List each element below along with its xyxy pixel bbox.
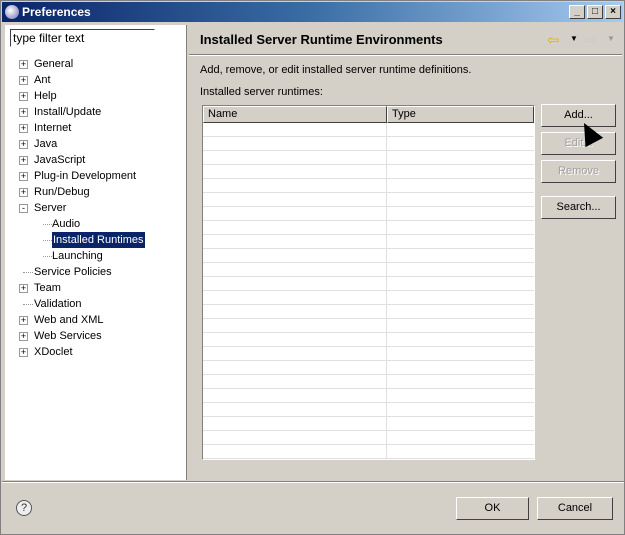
table-row[interactable] <box>203 389 534 403</box>
eclipse-icon <box>5 5 19 19</box>
table-row[interactable] <box>203 417 534 431</box>
table-row[interactable] <box>203 151 534 165</box>
tree-item-label: Install/Update <box>34 106 102 118</box>
tree-item-label: JavaScript <box>34 154 86 166</box>
footer-divider <box>2 481 624 482</box>
tree-item-label: Internet <box>34 122 72 134</box>
page-title: Installed Server Runtime Environments <box>200 32 443 47</box>
table-row[interactable] <box>203 123 534 137</box>
tree-connector-icon <box>23 272 33 273</box>
expand-icon[interactable]: + <box>19 172 28 181</box>
expand-icon[interactable]: + <box>19 92 28 101</box>
tree-item-label: Plug-in Development <box>34 170 137 182</box>
table-row[interactable] <box>203 277 534 291</box>
tree-connector-icon <box>43 240 52 241</box>
table-row[interactable] <box>203 263 534 277</box>
table-row[interactable] <box>203 431 534 445</box>
add-button[interactable]: Add... <box>541 104 616 127</box>
table-row[interactable] <box>203 445 534 459</box>
collapse-icon[interactable]: - <box>19 204 28 213</box>
cancel-button[interactable]: Cancel <box>537 497 613 520</box>
expand-icon[interactable]: + <box>19 348 28 357</box>
forward-arrow-icon: ⇨ <box>584 32 597 49</box>
table-row[interactable] <box>203 291 534 305</box>
maximize-button[interactable]: □ <box>587 5 603 19</box>
tree-item-label: Team <box>34 282 61 294</box>
tree-item-label: General <box>34 58 74 70</box>
tree-item-label: Java <box>34 138 58 150</box>
expand-icon[interactable]: + <box>19 124 28 133</box>
tree-item-label: Audio <box>52 218 81 230</box>
tree-item-label: Web Services <box>34 330 102 342</box>
expand-icon[interactable]: + <box>19 76 28 85</box>
tree-item-label: XDoclet <box>34 346 73 358</box>
table-row[interactable] <box>203 207 534 221</box>
expand-icon[interactable]: + <box>19 156 28 165</box>
tree-connector-icon <box>23 304 33 305</box>
tree-item-label: Service Policies <box>34 266 112 278</box>
forward-dropdown-icon: ▼ <box>607 34 615 43</box>
table-row[interactable] <box>203 165 534 179</box>
expand-icon[interactable]: + <box>19 108 28 117</box>
tree-connector-icon <box>43 224 52 225</box>
tree-item-label: Launching <box>52 250 103 262</box>
tree-item-label: Run/Debug <box>34 186 90 198</box>
back-arrow-icon[interactable]: ⇦ <box>547 31 560 49</box>
expand-icon[interactable]: + <box>19 316 28 325</box>
back-dropdown-icon[interactable]: ▼ <box>570 34 578 43</box>
table-row[interactable] <box>203 347 534 361</box>
table-row[interactable] <box>203 319 534 333</box>
expand-icon[interactable]: + <box>19 284 28 293</box>
preference-tree-panel: + General + Ant + Help + Install/Update + Interne… <box>5 25 187 480</box>
tree-connector-icon <box>43 256 52 257</box>
table-row[interactable] <box>203 235 534 249</box>
column-divider <box>386 123 387 459</box>
table-row[interactable] <box>203 137 534 151</box>
table-row[interactable] <box>203 403 534 417</box>
column-header-type[interactable]: Type <box>387 106 534 123</box>
minimize-button[interactable]: _ <box>569 5 585 19</box>
runtimes-table[interactable]: Name Type <box>202 105 535 460</box>
title-bar[interactable]: Preferences _ □ × <box>2 2 623 22</box>
column-header-name[interactable]: Name <box>203 106 387 123</box>
table-row[interactable] <box>203 361 534 375</box>
preferences-window: Preferences _ □ × + General + Ant + Help + Inst… <box>0 0 625 535</box>
close-button[interactable]: × <box>605 5 621 19</box>
page-header: Installed Server Runtime Environments ⇦ … <box>189 25 622 55</box>
tree-item-label: Validation <box>34 298 82 310</box>
runtimes-label: Installed server runtimes: <box>200 86 323 98</box>
expand-icon[interactable]: + <box>19 140 28 149</box>
table-row[interactable] <box>203 333 534 347</box>
window-title: Preferences <box>22 5 91 19</box>
preference-page: Installed Server Runtime Environments ⇦ … <box>189 25 622 480</box>
tree-item-label: Ant <box>34 74 51 86</box>
table-row[interactable] <box>203 193 534 207</box>
table-row[interactable] <box>203 249 534 263</box>
table-row[interactable] <box>203 305 534 319</box>
tree-item-label: Help <box>34 90 57 102</box>
page-description: Add, remove, or edit installed server ru… <box>200 64 472 76</box>
table-row[interactable] <box>203 179 534 193</box>
expand-icon[interactable]: + <box>19 332 28 341</box>
expand-icon[interactable]: + <box>19 60 28 69</box>
table-row[interactable] <box>203 375 534 389</box>
filter-input[interactable] <box>10 29 155 47</box>
tree-item-label: Server <box>34 202 67 214</box>
ok-button[interactable]: OK <box>456 497 529 520</box>
remove-button: Remove <box>541 160 616 183</box>
expand-icon[interactable]: + <box>19 188 28 197</box>
help-icon[interactable]: ? <box>16 500 32 516</box>
tree-item-label: Installed Runtimes <box>52 232 145 248</box>
table-row[interactable] <box>203 221 534 235</box>
tree-item-label: Web and XML <box>34 314 104 326</box>
search-button[interactable]: Search... <box>541 196 616 219</box>
